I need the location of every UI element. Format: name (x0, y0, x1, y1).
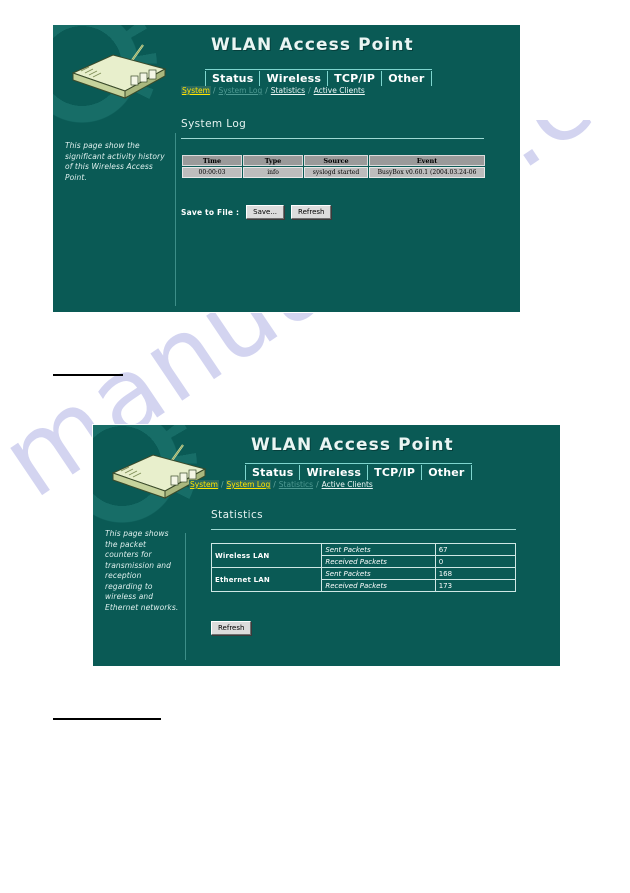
tab-wireless[interactable]: Wireless (260, 71, 329, 86)
tab-tcpip[interactable]: TCP/IP (368, 465, 423, 480)
cell-time: 00:00:03 (182, 167, 242, 178)
subnav-item-system-log[interactable]: System Log (218, 86, 264, 95)
sidebar-help-text: This page shows the packet counters for … (105, 529, 179, 612)
tab-other[interactable]: Other (382, 71, 432, 86)
tab-wireless[interactable]: Wireless (300, 465, 369, 480)
subnav-item-statistics[interactable]: Statistics (278, 480, 314, 489)
main-tabs[interactable]: Status Wireless TCP/IP Other (205, 69, 432, 86)
column-header-event: Event (369, 155, 485, 166)
stat-label-received-packets: Received Packets (321, 579, 436, 592)
main-tabs[interactable]: Status Wireless TCP/IP Other (245, 463, 472, 480)
refresh-button[interactable]: Refresh (211, 621, 252, 635)
column-header-time: Time (182, 155, 242, 166)
save-to-file-label: Save to File : (181, 207, 240, 217)
tab-other[interactable]: Other (422, 465, 472, 480)
app-title: WLAN Access Point (211, 35, 414, 55)
save-to-file-row: Save to File : Save... Refresh (181, 205, 332, 219)
column-header-type: Type (243, 155, 303, 166)
save-button[interactable]: Save... (246, 205, 285, 219)
stat-value-sent-packets: 67 (434, 543, 517, 556)
group-label-ethernet-lan: Ethernet LAN (210, 567, 323, 592)
sidebar-divider (185, 533, 186, 660)
stat-label-sent-packets: Sent Packets (321, 567, 436, 580)
sidebar-help-text: This page show the significant activity … (65, 141, 165, 182)
subnav-item-active-clients[interactable]: Active Clients (313, 86, 366, 95)
page-rule-top (53, 374, 123, 376)
section-divider (211, 529, 516, 530)
access-point-device-icon (111, 444, 207, 499)
tab-status[interactable]: Status (205, 71, 261, 86)
table-row: 00:00:03 info syslogd started BusyBox v0… (182, 167, 485, 178)
tab-tcpip[interactable]: TCP/IP (328, 71, 383, 86)
access-point-device-icon (71, 44, 167, 99)
stat-value-received-packets: 0 (434, 555, 517, 568)
statistics-table: Wireless LAN Sent Packets 67 Received Pa… (210, 543, 517, 592)
app-title: WLAN Access Point (251, 435, 454, 455)
column-header-source: Source (304, 155, 368, 166)
stat-value-sent-packets: 168 (434, 567, 517, 580)
subnav-item-active-clients[interactable]: Active Clients (321, 480, 374, 489)
cell-event: BusyBox v0.60.1 (2004.03.24-06 (369, 167, 485, 178)
tab-status[interactable]: Status (245, 465, 301, 480)
sub-navigation[interactable]: System / System Log / Statistics / Activ… (189, 480, 374, 489)
section-title: Statistics (211, 509, 263, 521)
cell-type: info (243, 167, 303, 178)
subnav-item-statistics[interactable]: Statistics (270, 86, 306, 95)
subnav-item-system[interactable]: System (181, 86, 211, 95)
screenshot-panel-statistics: This page shows the packet counters for … (92, 424, 561, 667)
stat-label-received-packets: Received Packets (321, 555, 436, 568)
stat-value-received-packets: 173 (434, 579, 517, 592)
screenshot-panel-system-log: This page show the significant activity … (52, 24, 521, 313)
sub-navigation[interactable]: System / System Log / Statistics / Activ… (181, 86, 366, 95)
table-row: Wireless LAN Sent Packets 67 (210, 543, 517, 568)
refresh-button[interactable]: Refresh (291, 205, 332, 219)
table-header-row: Time Type Source Event (182, 155, 485, 166)
table-row: Ethernet LAN Sent Packets 168 (210, 567, 517, 592)
subnav-item-system-log[interactable]: System Log (225, 480, 272, 489)
sidebar-divider (175, 133, 176, 306)
subnav-item-system[interactable]: System (189, 480, 219, 489)
stat-label-sent-packets: Sent Packets (321, 543, 436, 556)
system-log-table: Time Type Source Event 00:00:03 info sys… (181, 154, 486, 179)
section-title: System Log (181, 118, 247, 130)
section-divider (181, 138, 484, 139)
page-rule-bottom (53, 718, 161, 720)
cell-source: syslogd started (304, 167, 368, 178)
group-label-wireless-lan: Wireless LAN (210, 543, 323, 568)
statistics-action-row: Refresh (211, 621, 252, 635)
